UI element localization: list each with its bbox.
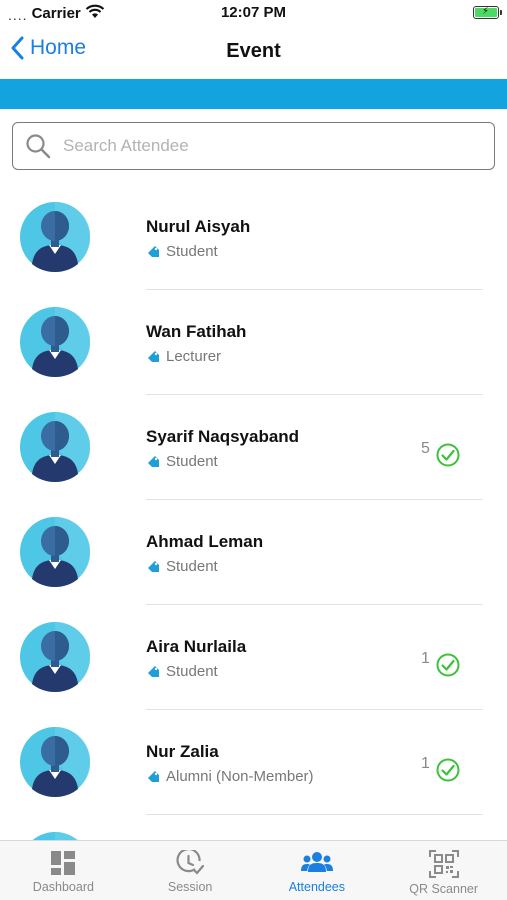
search-input[interactable]: [63, 136, 463, 156]
clock-check-icon: [176, 850, 205, 875]
tag-icon: [148, 666, 159, 677]
attendee-role-label: Student: [166, 558, 218, 575]
tab-label: Dashboard: [32, 880, 94, 894]
checkmark-circle-icon: [436, 443, 460, 472]
user-avatar-icon: [20, 621, 91, 692]
user-avatar-icon: [20, 306, 91, 377]
attendee-role-label: Lecturer: [166, 348, 222, 365]
search-bar[interactable]: [12, 122, 495, 170]
user-avatar-icon: [20, 726, 91, 797]
avatar: [20, 201, 91, 272]
checkin-count: 5: [421, 440, 430, 457]
avatar: [20, 306, 91, 377]
qr-code-icon: [428, 850, 459, 878]
attendee-row[interactable]: Wan Fatihah Lecturer: [0, 290, 507, 395]
page-title: Event: [226, 40, 281, 62]
attendee-row[interactable]: Nurul Aisyah Student: [0, 185, 507, 290]
tab-attendees[interactable]: Attendees: [254, 841, 381, 900]
attendee-role: Student: [147, 243, 218, 260]
avatar: [20, 831, 90, 840]
attendee-role-label: Student: [166, 243, 218, 260]
attendee-role-label: Alumni (Non-Member): [166, 768, 314, 785]
tag-icon: [148, 561, 159, 572]
user-avatar-icon: [20, 516, 91, 587]
attendee-name: Nurul Aisyah: [146, 217, 251, 236]
dashboard-icon: [51, 851, 76, 875]
tab-session[interactable]: Session: [127, 841, 254, 900]
attendee-name: Aira Nurlaila: [146, 637, 247, 656]
attendee-role-label: Student: [166, 453, 218, 470]
navigation-bar: Home Event: [0, 28, 507, 78]
tab-dashboard[interactable]: Dashboard: [0, 841, 127, 900]
checkin-count: 1: [421, 650, 430, 667]
attendee-role: Student: [147, 663, 218, 680]
checkmark-circle-icon: [436, 653, 460, 682]
battery-icon: ⚡: [473, 6, 502, 19]
tab-label: QR Scanner: [409, 882, 479, 896]
attendee-row[interactable]: Nur Zalia Alumni (Non-Member) 1: [0, 710, 507, 815]
tag-icon: [148, 246, 159, 257]
tab-bar: Dashboard Session Attendees QR Scanner: [0, 840, 507, 900]
tab-label: Attendees: [288, 880, 346, 894]
tag-icon: [148, 456, 159, 467]
header-band: [0, 79, 507, 109]
tag-icon: [148, 351, 159, 362]
avatar: [20, 411, 91, 482]
avatar: [20, 516, 91, 587]
checkmark-circle-icon: [436, 758, 460, 787]
avatar: [20, 621, 91, 692]
search-icon: [26, 134, 51, 159]
attendee-row[interactable]: Aira Nurlaila Student 1: [0, 605, 507, 710]
attendee-name: Syarif Naqsyaband: [146, 427, 300, 446]
attendee-role: Student: [147, 453, 218, 470]
attendee-list[interactable]: Nurul Aisyah Student Wan Fatihah Lecture…: [0, 185, 507, 840]
avatar: [20, 726, 91, 797]
attendee-name: Ahmad Leman: [146, 532, 264, 551]
tag-icon: [148, 771, 159, 782]
attendee-role-label: Student: [166, 663, 218, 680]
user-avatar-icon: [20, 411, 91, 482]
user-avatar-icon: [32, 831, 78, 840]
attendee-row[interactable]: [0, 815, 507, 840]
tab-label: Session: [167, 880, 213, 894]
tab-qr-scanner[interactable]: QR Scanner: [380, 841, 507, 900]
people-icon: [300, 852, 333, 872]
attendee-role: Student: [147, 558, 218, 575]
attendee-role: Lecturer: [147, 348, 221, 365]
status-time: 12:07 PM: [220, 4, 287, 21]
checkin-count: 1: [421, 755, 430, 772]
attendee-name: Nur Zalia: [146, 742, 219, 761]
attendee-role: Alumni (Non-Member): [147, 768, 314, 785]
user-avatar-icon: [20, 201, 91, 272]
attendee-name: Wan Fatihah: [146, 322, 247, 341]
attendee-row[interactable]: Syarif Naqsyaband Student 5: [0, 395, 507, 500]
status-bar: .... Carrier 12:07 PM ⚡: [0, 0, 507, 28]
attendee-row[interactable]: Ahmad Leman Student: [0, 500, 507, 605]
